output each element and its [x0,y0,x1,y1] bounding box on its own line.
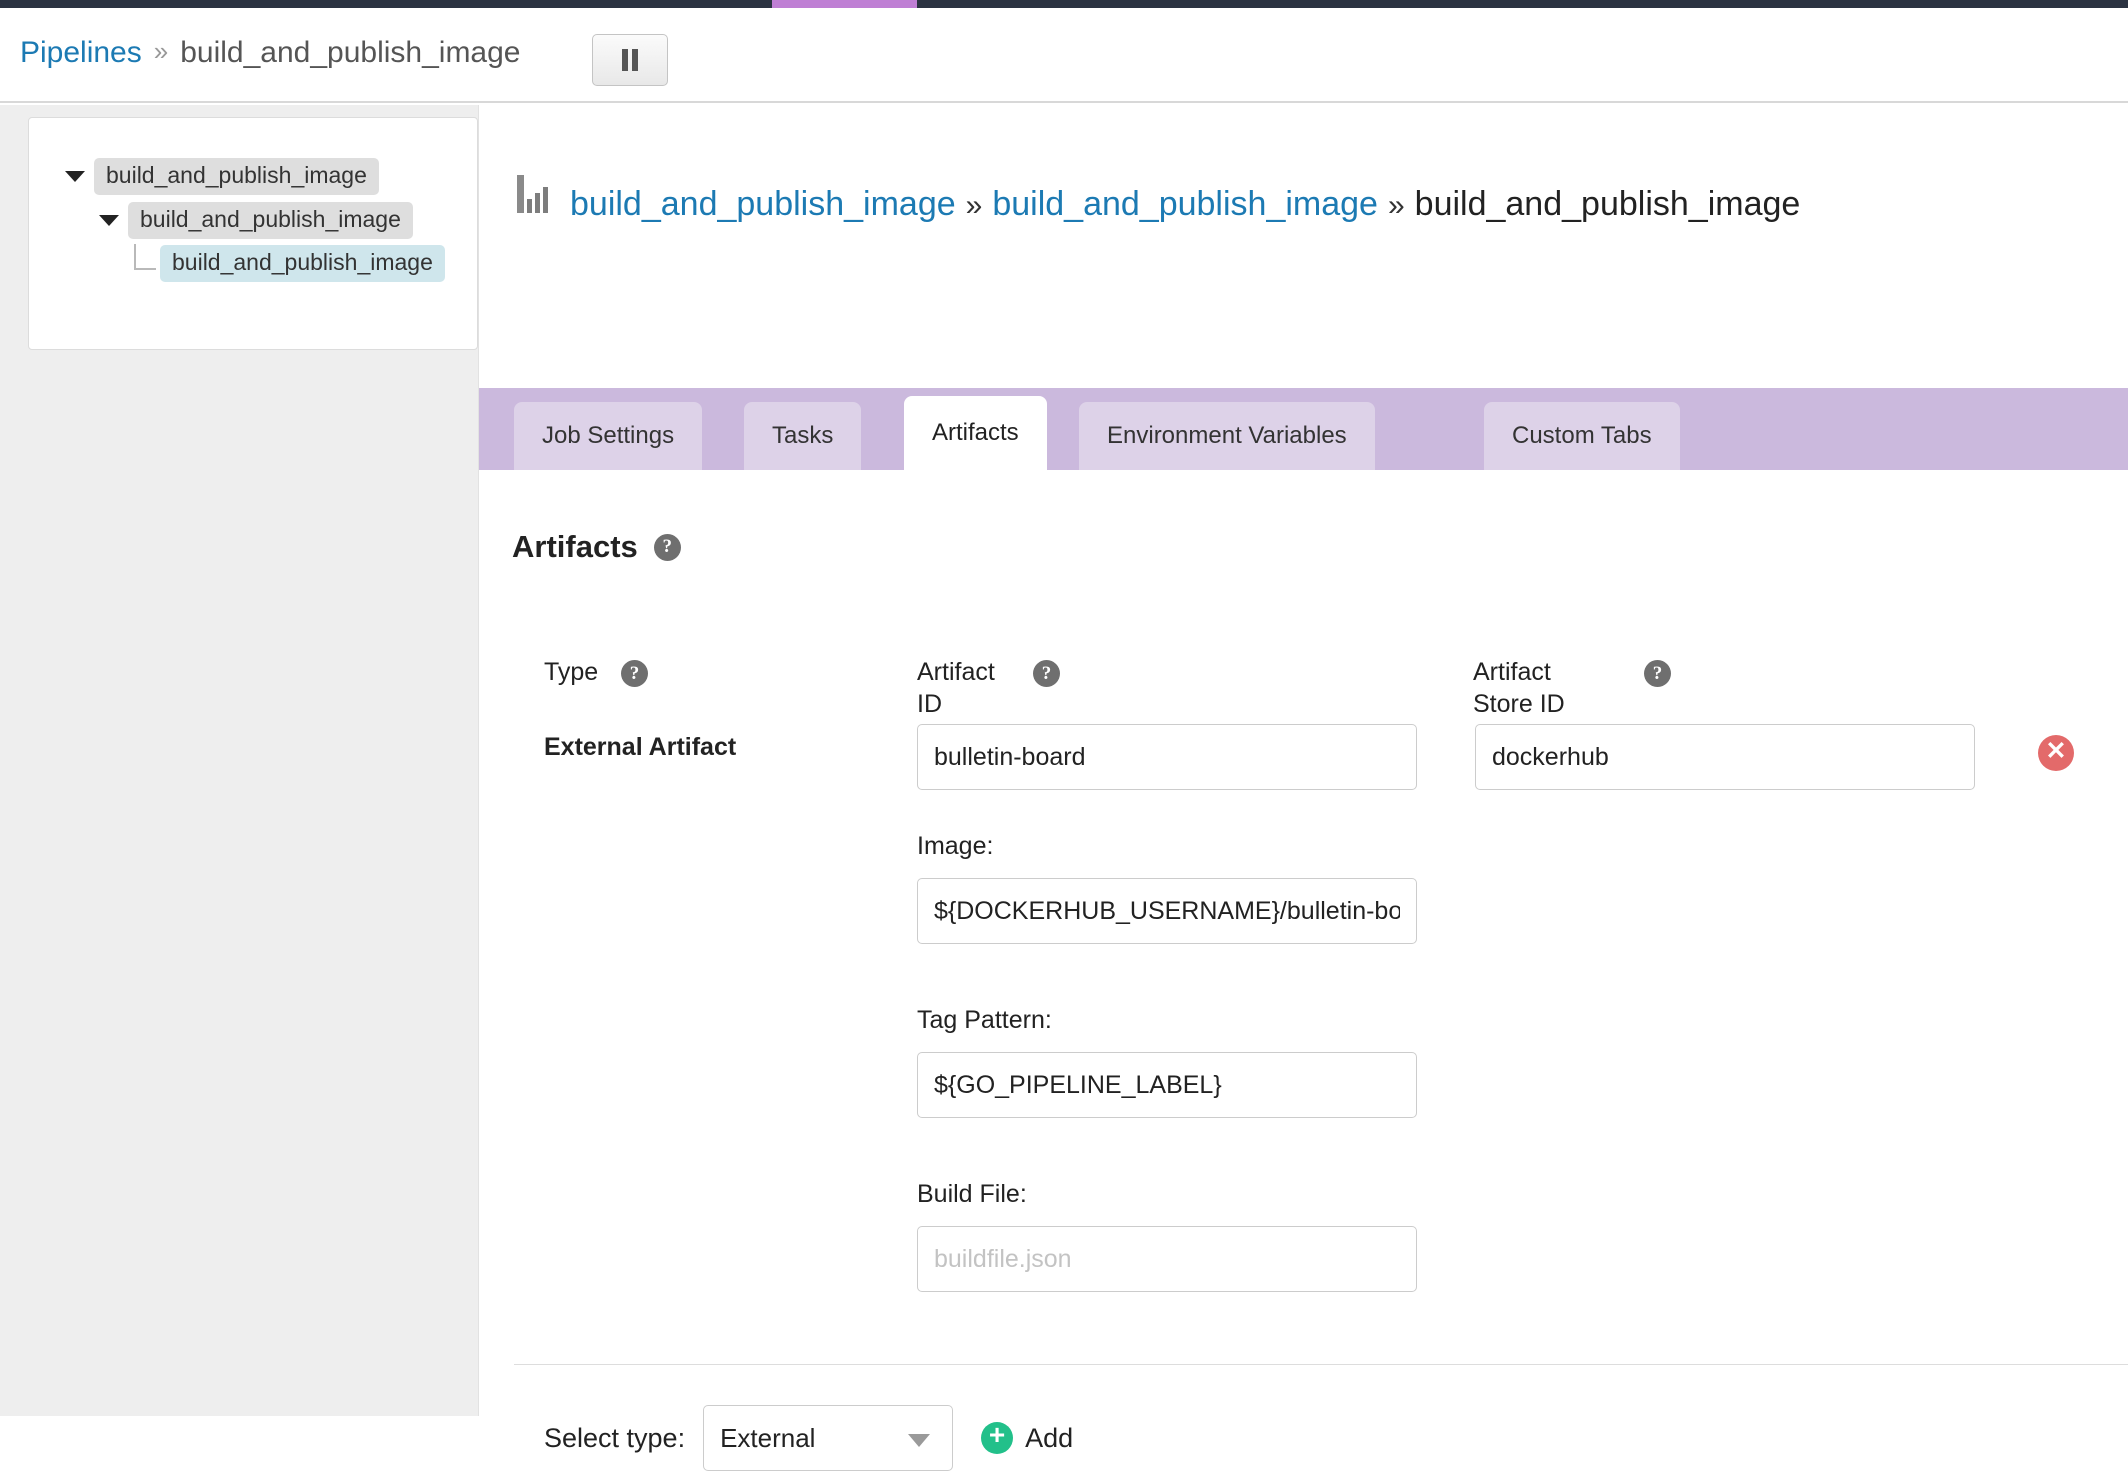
tab-job-settings[interactable]: Job Settings [514,402,702,470]
tree-node-job[interactable]: build_and_publish_image [134,247,445,279]
tree-node-stage-label[interactable]: build_and_publish_image [128,202,413,239]
artifact-id-input[interactable] [917,724,1417,790]
image-label: Image: [917,832,993,861]
add-artifact-button[interactable]: + Add [981,1422,1073,1454]
artifact-store-id-input[interactable] [1475,724,1975,790]
help-icon-artifact-store-id[interactable]: ? [1644,660,1671,687]
tab-artifacts[interactable]: Artifacts [904,396,1047,470]
column-header-artifact-id-line2: ID [917,690,942,718]
chevron-down-icon[interactable] [99,215,119,226]
column-header-artifact-store-id: Artifact Store ID [1473,656,1673,720]
tab-custom-tabs[interactable]: Custom Tabs [1484,402,1680,470]
tree-node-job-label[interactable]: build_and_publish_image [160,245,445,282]
remove-circle-icon: ✕ [2046,739,2067,764]
tab-tasks[interactable]: Tasks [744,402,861,470]
pause-pipeline-button[interactable] [592,34,668,86]
build-file-input[interactable] [917,1226,1417,1292]
chevron-down-icon[interactable] [908,1434,930,1447]
tag-pattern-label: Tag Pattern: [917,1006,1052,1035]
tab-environment-variables[interactable]: Environment Variables [1079,402,1375,470]
column-header-artifact-id: Artifact ID [917,656,1097,720]
artifact-type-select-value: External [720,1423,815,1454]
breadcrumb-link-pipelines[interactable]: Pipelines [20,36,142,70]
chevron-down-icon[interactable] [65,171,85,182]
tree-node-pipeline-label[interactable]: build_and_publish_image [94,158,379,195]
page-header: Pipelines » build_and_publish_image [0,8,2128,103]
breadcrumb: Pipelines » build_and_publish_image [20,36,521,70]
top-navbar-strip [0,0,2128,8]
job-tab-strip: Job Settings Tasks Artifacts Environment… [479,388,2128,470]
column-header-type: Type [544,656,598,688]
job-breadcrumb-separator-icon: » [966,189,983,223]
tree-elbow-connector-icon [134,244,156,270]
tree-node-stage[interactable]: build_and_publish_image [99,204,413,236]
add-artifact-row: Select type: External + Add [544,1405,1073,1471]
help-icon-artifact-id[interactable]: ? [1033,660,1060,687]
column-header-artifact-store-id-line1: Artifact [1473,658,1551,686]
column-header-artifact-store-id-line2: Store ID [1473,690,1565,718]
help-icon[interactable]: ? [654,534,681,561]
artifact-type-select[interactable]: External [703,1405,953,1471]
job-breadcrumb-stage-link[interactable]: build_and_publish_image [992,185,1378,224]
breadcrumb-separator-icon: » [154,36,168,67]
plus-glyph: + [989,1421,1005,1449]
job-breadcrumb: build_and_publish_image » build_and_publ… [517,177,1800,224]
job-breadcrumb-current-job: build_and_publish_image [1415,185,1801,224]
plus-circle-icon: + [981,1422,1013,1454]
pipeline-tree-panel: build_and_publish_image build_and_publis… [28,117,478,350]
select-type-label: Select type: [544,1423,685,1454]
page-body: build_and_publish_image build_and_publis… [0,105,2128,1416]
tree-node-pipeline[interactable]: build_and_publish_image [65,160,379,192]
add-artifact-label: Add [1025,1423,1073,1454]
remove-artifact-button[interactable]: ✕ [2038,735,2074,771]
artifacts-section-header: Artifacts ? [512,529,681,565]
form-divider [514,1364,2128,1365]
pause-icon [622,49,638,71]
build-file-label: Build File: [917,1180,1027,1209]
help-icon-type[interactable]: ? [621,660,648,687]
top-navbar-active-indicator [772,0,917,8]
page-title: Artifacts [512,529,638,565]
tag-pattern-input[interactable] [917,1052,1417,1118]
breadcrumb-current-pipeline: build_and_publish_image [180,36,520,70]
job-breadcrumb-separator-icon: » [1388,189,1405,223]
column-header-artifact-id-line1: Artifact [917,658,995,686]
artifact-type-value: External Artifact [544,733,736,762]
job-bars-icon [517,175,548,213]
job-breadcrumb-pipeline-link[interactable]: build_and_publish_image [570,185,956,224]
image-input[interactable] [917,878,1417,944]
